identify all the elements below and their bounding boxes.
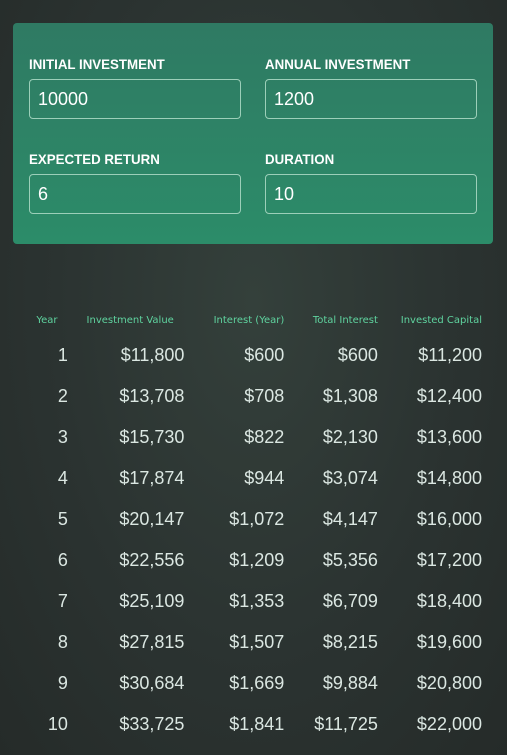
cell-interest-year: $600 <box>244 345 285 365</box>
expected-return-field: EXPECTED RETURN <box>29 151 241 214</box>
cell-invested-capital: $16,000 <box>416 509 482 529</box>
cell-total-interest: $600 <box>337 345 378 365</box>
cell-year: 3 <box>57 427 68 447</box>
cell-investment-value: $20,147 <box>119 509 185 529</box>
cell-interest-year: $1,841 <box>229 714 285 734</box>
cell-interest-year: $1,353 <box>229 591 285 611</box>
cell-total-interest: $6,709 <box>322 591 378 611</box>
cell-invested-capital: $12,400 <box>416 386 482 406</box>
results-header-row: Year Investment Value Interest (Year) To… <box>22 305 486 335</box>
initial-investment-label: INITIAL INVESTMENT <box>29 56 165 72</box>
annual-investment-input[interactable] <box>265 79 477 119</box>
cell-investment-value: $11,800 <box>120 345 185 365</box>
table-row: 8 $27,815 $1,507 $8,215 $19,600 <box>22 622 486 663</box>
column-header-interest-year: Interest (Year) <box>213 314 285 326</box>
cell-interest-year: $1,669 <box>229 673 285 693</box>
cell-year: 5 <box>57 509 68 529</box>
column-header-investment-value: Investment Value <box>86 314 174 326</box>
duration-input[interactable] <box>265 174 477 214</box>
table-row: 9 $30,684 $1,669 $9,884 $20,800 <box>22 663 486 704</box>
cell-invested-capital: $14,800 <box>416 468 482 488</box>
expected-return-input[interactable] <box>29 174 241 214</box>
cell-year: 8 <box>57 632 68 652</box>
cell-invested-capital: $22,000 <box>416 714 482 734</box>
results-table: Year Investment Value Interest (Year) To… <box>22 305 486 745</box>
cell-investment-value: $33,725 <box>119 714 185 734</box>
cell-total-interest: $11,725 <box>314 714 378 734</box>
duration-label: DURATION <box>265 151 335 167</box>
table-row: 3 $15,730 $822 $2,130 $13,600 <box>22 417 486 458</box>
table-row: 2 $13,708 $708 $1,308 $12,400 <box>22 376 486 417</box>
table-row: 5 $20,147 $1,072 $4,147 $16,000 <box>22 499 486 540</box>
initial-investment-field: INITIAL INVESTMENT <box>29 56 241 119</box>
column-header-total-interest: Total Interest <box>312 314 378 326</box>
cell-interest-year: $1,507 <box>229 632 285 652</box>
cell-investment-value: $30,684 <box>119 673 185 693</box>
cell-invested-capital: $19,600 <box>416 632 482 652</box>
cell-interest-year: $708 <box>244 386 285 406</box>
cell-investment-value: $27,815 <box>119 632 185 652</box>
table-row: 6 $22,556 $1,209 $5,356 $17,200 <box>22 540 486 581</box>
cell-interest-year: $1,209 <box>229 550 285 570</box>
cell-year: 7 <box>57 591 68 611</box>
cell-year: 10 <box>47 714 68 734</box>
cell-invested-capital: $17,200 <box>416 550 482 570</box>
cell-investment-value: $25,109 <box>119 591 185 611</box>
cell-year: 6 <box>57 550 68 570</box>
cell-year: 2 <box>57 386 68 406</box>
cell-invested-capital: $18,400 <box>416 591 482 611</box>
column-header-invested-capital: Invested Capital <box>400 314 482 326</box>
table-row: 4 $17,874 $944 $3,074 $14,800 <box>22 458 486 499</box>
initial-investment-input[interactable] <box>29 79 241 119</box>
cell-total-interest: $3,074 <box>322 468 378 488</box>
cell-investment-value: $17,874 <box>119 468 185 488</box>
cell-total-interest: $9,884 <box>322 673 378 693</box>
cell-total-interest: $5,356 <box>322 550 378 570</box>
cell-year: 4 <box>57 468 68 488</box>
cell-investment-value: $22,556 <box>119 550 185 570</box>
cell-total-interest: $2,130 <box>322 427 378 447</box>
cell-year: 9 <box>57 673 68 693</box>
table-row: 10 $33,725 $1,841 $11,725 $22,000 <box>22 704 486 745</box>
results-table-body: 1 $11,800 $600 $600 $11,200 2 $13,708 $7… <box>22 335 486 745</box>
investment-input-panel: INITIAL INVESTMENT ANNUAL INVESTMENT EXP… <box>13 23 493 244</box>
cell-total-interest: $1,308 <box>322 386 378 406</box>
cell-interest-year: $1,072 <box>229 509 285 529</box>
cell-investment-value: $13,708 <box>119 386 185 406</box>
cell-invested-capital: $11,200 <box>418 345 482 365</box>
cell-investment-value: $15,730 <box>119 427 185 447</box>
table-row: 7 $25,109 $1,353 $6,709 $18,400 <box>22 581 486 622</box>
duration-field: DURATION <box>265 151 477 214</box>
annual-investment-label: ANNUAL INVESTMENT <box>265 56 411 72</box>
column-header-year: Year <box>36 314 58 326</box>
cell-year: 1 <box>57 345 68 365</box>
expected-return-label: EXPECTED RETURN <box>29 151 160 167</box>
cell-total-interest: $4,147 <box>322 509 378 529</box>
table-row: 1 $11,800 $600 $600 $11,200 <box>22 335 486 376</box>
cell-interest-year: $822 <box>244 427 285 447</box>
cell-invested-capital: $20,800 <box>416 673 482 693</box>
cell-interest-year: $944 <box>244 468 285 488</box>
cell-total-interest: $8,215 <box>322 632 378 652</box>
cell-invested-capital: $13,600 <box>416 427 482 447</box>
annual-investment-field: ANNUAL INVESTMENT <box>265 56 477 119</box>
